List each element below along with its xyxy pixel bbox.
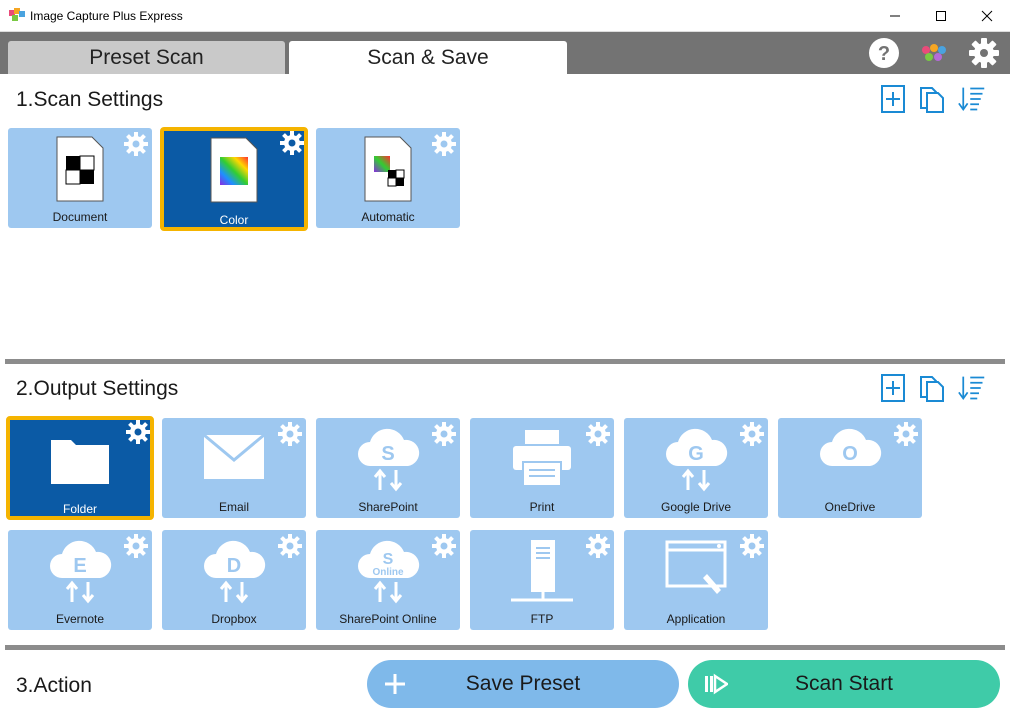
output-tile-print[interactable]: Print — [470, 418, 614, 518]
output-tile-google-drive[interactable]: G Google Drive — [624, 418, 768, 518]
onedrive-cloud-icon: O — [820, 428, 882, 466]
application-settings-gear-icon[interactable] — [740, 534, 764, 558]
tile-label: FTP — [530, 612, 554, 626]
settings-gear-icon[interactable] — [968, 37, 1000, 69]
evernote-cloud-icon: E — [50, 540, 112, 604]
tile-label: Email — [218, 500, 249, 514]
svg-text:D: D — [227, 555, 241, 577]
tile-label: Color — [219, 213, 249, 227]
tile-label: Automatic — [361, 210, 415, 224]
folder-settings-gear-icon[interactable] — [126, 420, 150, 444]
folder-icon — [51, 440, 109, 484]
color-balls-icon[interactable] — [918, 37, 950, 69]
output-settings-title: 2.Output Settings — [16, 377, 179, 400]
scan-tile-color[interactable]: Color — [160, 127, 308, 231]
tile-label: Application — [666, 612, 726, 626]
plus-icon — [385, 674, 405, 694]
output-tile-application[interactable]: Application — [624, 530, 768, 630]
email-settings-gear-icon[interactable] — [278, 422, 302, 446]
add-output-setting-icon[interactable] — [880, 373, 908, 403]
tile-label: Dropbox — [211, 612, 257, 626]
scan-start-label: Scan Start — [794, 672, 894, 695]
google-drive-settings-gear-icon[interactable] — [740, 422, 764, 446]
minimize-icon — [890, 15, 900, 16]
section-divider — [5, 359, 1005, 364]
svg-text:?: ? — [878, 43, 890, 65]
svg-text:G: G — [688, 443, 704, 465]
scan-settings-title: 1.Scan Settings — [16, 88, 164, 111]
tab-bar: Preset Scan Scan & Save — [0, 32, 1010, 74]
onedrive-settings-gear-icon[interactable] — [894, 422, 918, 446]
tile-label: SharePoint — [358, 500, 418, 514]
application-window-icon — [665, 540, 727, 594]
evernote-settings-gear-icon[interactable] — [124, 534, 148, 558]
sharepoint-online-cloud-icon: S Online — [358, 540, 420, 604]
save-preset-button[interactable]: Save Preset — [367, 660, 679, 708]
section-divider — [5, 645, 1005, 650]
close-icon — [981, 10, 993, 21]
maximize-button[interactable] — [918, 0, 964, 31]
copy-scan-setting-icon[interactable] — [918, 84, 946, 114]
sharepoint-online-settings-gear-icon[interactable] — [432, 534, 456, 558]
printer-icon — [513, 430, 571, 487]
app-logo-icon — [9, 8, 25, 21]
close-button[interactable] — [964, 0, 1010, 31]
output-tile-evernote[interactable]: E Evernote — [8, 530, 152, 630]
tab-scan-and-save[interactable]: Scan & Save — [289, 41, 567, 74]
ftp-settings-gear-icon[interactable] — [586, 534, 610, 558]
title-bar: Image Capture Plus Express — [0, 0, 1010, 32]
automatic-page-icon — [364, 136, 412, 202]
google-drive-cloud-icon: G — [666, 428, 728, 492]
tile-label: Folder — [62, 502, 97, 516]
color-page-icon — [210, 137, 258, 203]
scan-tile-document[interactable]: Document — [8, 128, 152, 228]
output-tile-onedrive[interactable]: O OneDrive — [778, 418, 922, 518]
color-settings-gear-icon[interactable] — [280, 131, 304, 155]
svg-text:Online: Online — [372, 567, 404, 578]
tile-label: OneDrive — [824, 500, 876, 514]
maximize-icon — [936, 10, 946, 21]
print-settings-gear-icon[interactable] — [586, 422, 610, 446]
svg-text:E: E — [73, 555, 86, 577]
sort-output-settings-icon[interactable] — [958, 373, 986, 403]
dropbox-cloud-icon: D — [204, 540, 266, 604]
tile-label: SharePoint Online — [339, 612, 437, 626]
save-preset-label: Save Preset — [465, 672, 581, 695]
email-envelope-icon — [203, 434, 265, 479]
sort-scan-settings-icon[interactable] — [958, 84, 986, 114]
scan-start-icon — [705, 673, 728, 695]
output-tile-ftp[interactable]: FTP — [470, 530, 614, 630]
automatic-settings-gear-icon[interactable] — [432, 132, 456, 156]
tile-label: Evernote — [55, 612, 105, 626]
scan-tile-automatic[interactable]: Automatic — [316, 128, 460, 228]
scan-start-button[interactable]: Scan Start — [688, 660, 1000, 708]
document-page-icon — [56, 136, 104, 202]
svg-text:O: O — [842, 443, 858, 465]
output-tile-sharepoint-online[interactable]: S Online SharePoint Online — [316, 530, 460, 630]
output-tile-folder[interactable]: Folder — [6, 416, 154, 520]
copy-output-setting-icon[interactable] — [918, 373, 946, 403]
action-title: 3.Action — [16, 674, 92, 697]
svg-text:S: S — [383, 551, 394, 568]
sharepoint-settings-gear-icon[interactable] — [432, 422, 456, 446]
add-scan-setting-icon[interactable] — [880, 84, 908, 114]
svg-text:S: S — [381, 443, 394, 465]
output-tile-sharepoint[interactable]: S SharePoint — [316, 418, 460, 518]
output-tile-email[interactable]: Email — [162, 418, 306, 518]
output-tile-dropbox[interactable]: D Dropbox — [162, 530, 306, 630]
tile-label: Document — [52, 210, 108, 224]
tile-label: Google Drive — [660, 500, 732, 514]
document-settings-gear-icon[interactable] — [124, 132, 148, 156]
tab-preset-scan[interactable]: Preset Scan — [8, 41, 285, 74]
help-icon[interactable]: ? — [868, 37, 900, 69]
minimize-button[interactable] — [872, 0, 918, 31]
dropbox-settings-gear-icon[interactable] — [278, 534, 302, 558]
sharepoint-cloud-icon: S — [358, 428, 420, 492]
ftp-server-icon — [511, 540, 573, 602]
tile-label: Print — [529, 500, 555, 514]
window-title: Image Capture Plus Express — [30, 9, 183, 23]
